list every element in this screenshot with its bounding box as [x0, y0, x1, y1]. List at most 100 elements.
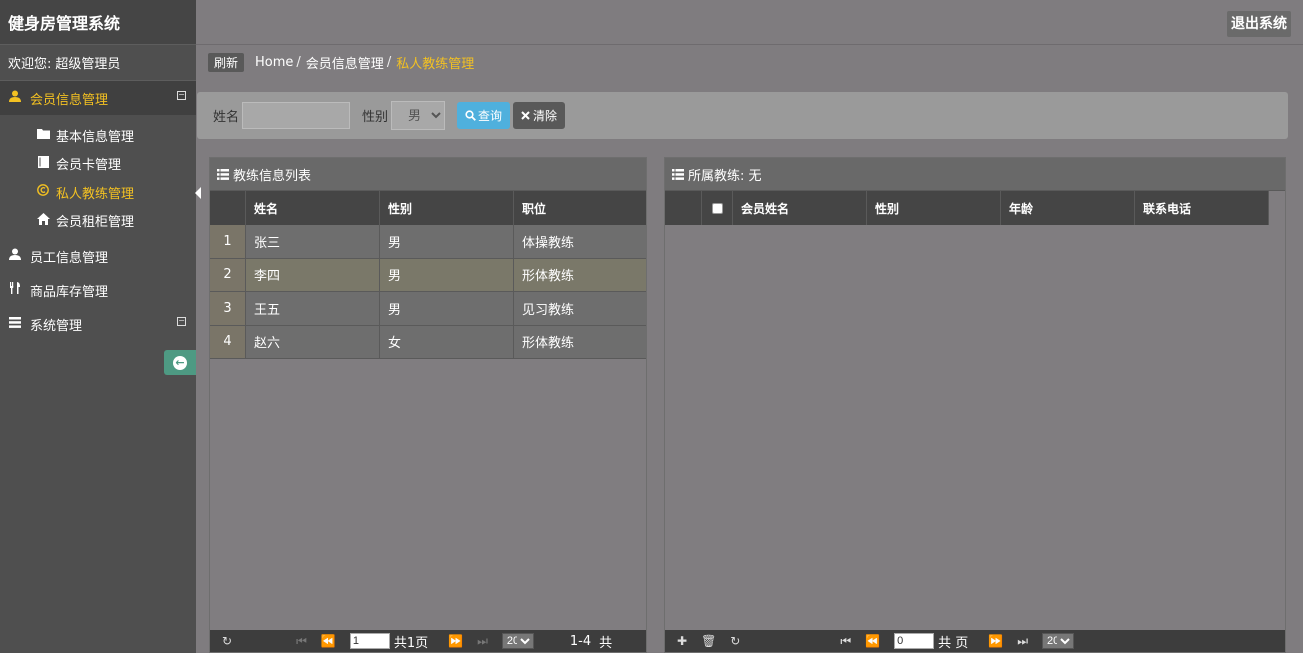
record-range-text: 1-4 — [569, 633, 592, 649]
active-caret-icon — [195, 187, 201, 199]
next-page-icon[interactable]: ⏩ — [448, 634, 463, 648]
first-page-icon[interactable]: ⏮ — [840, 634, 851, 649]
sidebar: 健身房管理系统 欢迎您: 超级管理员 会员信息管理 − 基本信息管理 会员卡管理… — [0, 0, 201, 653]
top-bar: 退出系统 — [196, 0, 1303, 45]
refresh-button[interactable]: 刷新 — [208, 52, 245, 72]
sidebar-item-locker[interactable]: 会员租柜管理 — [36, 207, 196, 236]
breadcrumb-parent[interactable]: 会员信息管理 — [306, 53, 384, 72]
page-number-input[interactable] — [349, 633, 390, 649]
cell-gender: 男 — [380, 258, 514, 291]
menu-staff-info[interactable]: 员工信息管理 — [0, 239, 196, 273]
gender-select[interactable]: 男 — [391, 101, 446, 130]
row-number: 3 — [210, 292, 246, 325]
table-header: 会员姓名 性别 年龄 联系电话 — [665, 191, 1269, 225]
sidebar-item-label: 基本信息管理 — [56, 129, 135, 145]
sidebar-item-personal-trainer[interactable]: 私人教练管理 — [36, 178, 201, 207]
pagination-bar: ✚ 🗑 ↻ ⏮ ⏪ 共 页 ⏩ ⏭ 20 — [665, 630, 1285, 652]
row-number: 2 — [210, 258, 246, 291]
menu-system[interactable]: 系统管理 − — [0, 307, 196, 341]
home-icon — [36, 212, 50, 229]
breadcrumb-current: 私人教练管理 — [396, 56, 475, 72]
total-pages-text: 共 页 — [938, 635, 969, 651]
user-icon — [8, 90, 22, 106]
cell-name: 张三 — [246, 225, 380, 258]
column-header-name[interactable]: 姓名 — [246, 191, 380, 225]
menu-staff-info-label: 员工信息管理 — [30, 250, 109, 266]
row-number: 1 — [210, 225, 246, 258]
reload-icon[interactable]: ↻ — [222, 634, 232, 648]
sidebar-item-label: 会员卡管理 — [56, 158, 122, 174]
list-icon — [8, 316, 22, 332]
cell-position: 体操教练 — [522, 235, 575, 251]
collapse-toggle-icon[interactable]: − — [177, 91, 186, 100]
last-page-icon[interactable]: ⏭ — [477, 634, 488, 649]
delete-icon[interactable]: 🗑 — [701, 634, 716, 648]
panel-title-text: 所属教练: 无 — [688, 168, 762, 184]
clear-label: 清除 — [533, 109, 558, 123]
sidebar-collapse-button[interactable]: ← — [164, 350, 196, 375]
table-row[interactable]: 2 李四 男 形体教练 — [210, 258, 646, 292]
prev-page-icon[interactable]: ⏪ — [321, 634, 336, 648]
page-size-select[interactable]: 20 — [1042, 633, 1075, 649]
logout-button[interactable]: 退出系统 — [1227, 11, 1291, 37]
cutlery-icon — [8, 282, 22, 298]
cell-gender: 男 — [380, 292, 514, 325]
trainer-members-panel: 所属教练: 无 会员姓名 性别 年龄 联系电话 ✚ 🗑 ↻ ⏮ ⏪ 共 页 ⏩ … — [664, 157, 1286, 653]
record-count-text: 共 — [599, 635, 613, 651]
table-row[interactable]: 1 张三 男 体操教练 — [210, 225, 646, 259]
rownum-header — [210, 191, 246, 225]
total-pages-text: 共1页 — [393, 635, 429, 651]
table-row[interactable]: 4 赵六 女 形体教练 — [210, 325, 646, 359]
name-input[interactable] — [242, 102, 351, 129]
column-header-age[interactable]: 年龄 — [1001, 191, 1135, 225]
cell-position: 见习教练 — [522, 302, 575, 318]
cell-name: 李四 — [246, 258, 380, 291]
column-header-member-name[interactable]: 会员姓名 — [733, 191, 867, 225]
panel-title: 所属教练: 无 — [665, 158, 1285, 191]
menu-group-member: 会员信息管理 − 基本信息管理 会员卡管理 私人教练管理 会员租柜管理 — [0, 81, 201, 239]
add-icon[interactable]: ✚ — [677, 634, 687, 648]
next-page-icon[interactable]: ⏩ — [988, 634, 1003, 648]
search-bar: 姓名 性别 男 查询 清除 — [197, 92, 1288, 139]
page-size-select[interactable]: 20 — [501, 633, 534, 649]
panel-title: 教练信息列表 — [210, 158, 646, 191]
column-header-position[interactable]: 职位 — [514, 191, 646, 225]
query-button[interactable]: 查询 — [457, 102, 511, 129]
breadcrumb: 刷新 Home / 会员信息管理 / 私人教练管理 — [208, 52, 474, 72]
sidebar-item-member-card[interactable]: 会员卡管理 — [36, 150, 196, 179]
menu-inventory[interactable]: 商品库存管理 — [0, 273, 196, 307]
last-page-icon[interactable]: ⏭ — [1017, 634, 1028, 649]
column-header-gender[interactable]: 性别 — [867, 191, 1001, 225]
rownum-header — [665, 191, 702, 225]
sidebar-item-label: 私人教练管理 — [56, 186, 135, 202]
column-header-phone[interactable]: 联系电话 — [1135, 191, 1269, 225]
list-icon — [217, 168, 229, 180]
column-header-gender[interactable]: 性别 — [380, 191, 514, 225]
folder-icon — [36, 128, 50, 143]
cell-gender: 女 — [380, 325, 514, 358]
cell-gender: 男 — [380, 225, 514, 258]
collapse-toggle-icon[interactable]: − — [177, 317, 186, 326]
select-all-checkbox[interactable] — [711, 202, 723, 214]
pagination-bar: ↻ ⏮ ⏪ 共1页 ⏩ ⏭ 20 1-4 共 — [210, 630, 646, 652]
current-user: 超级管理员 — [55, 57, 121, 72]
user-icon — [8, 248, 22, 264]
reload-icon[interactable]: ↻ — [730, 634, 740, 648]
first-page-icon[interactable]: ⏮ — [296, 634, 307, 649]
menu-member-info[interactable]: 会员信息管理 − — [0, 81, 196, 115]
query-label: 查询 — [478, 109, 503, 123]
close-icon — [521, 111, 530, 120]
submenu-member: 基本信息管理 会员卡管理 私人教练管理 会员租柜管理 — [0, 115, 201, 239]
gender-label: 性别 — [362, 110, 389, 125]
prev-page-icon[interactable]: ⏪ — [865, 634, 880, 648]
cell-position: 形体教练 — [522, 269, 575, 285]
breadcrumb-separator: / — [296, 54, 301, 70]
table-row[interactable]: 3 王五 男 见习教练 — [210, 292, 646, 326]
table-header: 姓名 性别 职位 — [210, 191, 646, 225]
breadcrumb-home[interactable]: Home — [255, 55, 293, 70]
page-number-input[interactable] — [894, 633, 935, 649]
cell-name: 王五 — [246, 292, 380, 325]
menu-system-label: 系统管理 — [30, 318, 83, 334]
clear-button[interactable]: 清除 — [513, 102, 566, 129]
sidebar-item-basic-info[interactable]: 基本信息管理 — [36, 121, 196, 150]
